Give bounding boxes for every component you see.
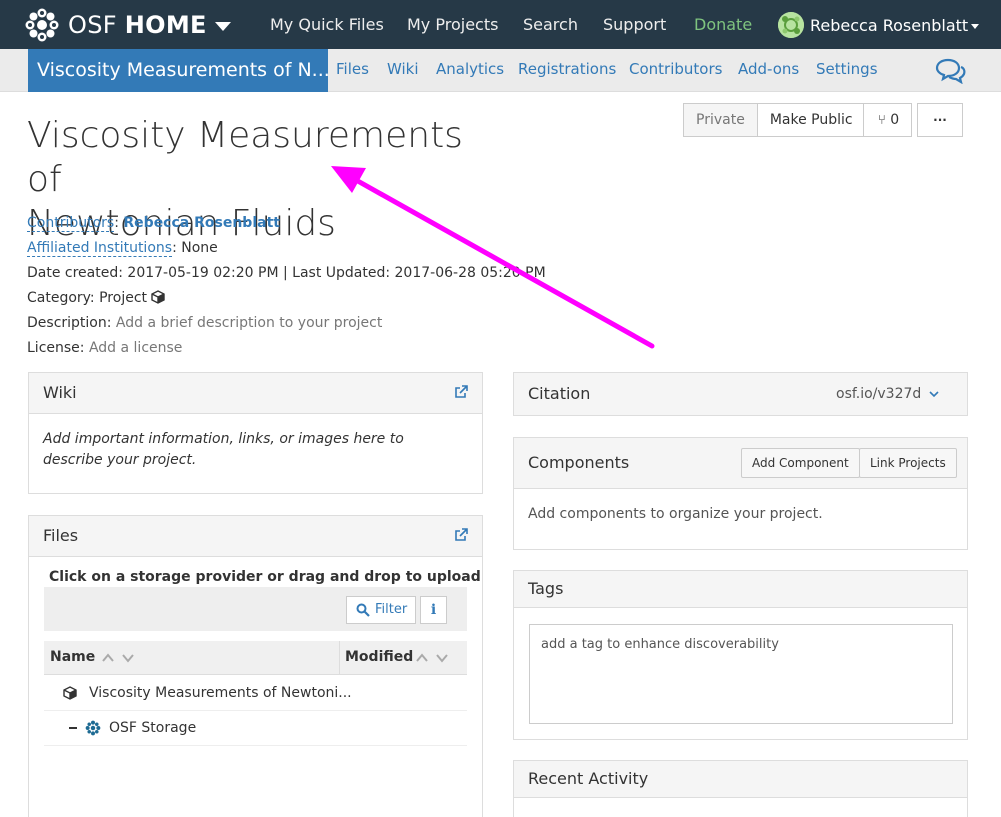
tab-registrations[interactable]: Registrations [518, 49, 616, 92]
user-menu[interactable]: Rebecca Rosenblatt [778, 12, 980, 38]
tags-panel-header: Tags [514, 571, 967, 608]
recent-activity-header: Recent Activity [514, 761, 967, 798]
chevron-down-icon[interactable] [929, 390, 939, 398]
code-fork-icon: ⑂ [878, 113, 886, 128]
collapse-icon[interactable] [69, 727, 77, 729]
osf-home-brand[interactable]: OSF HOME [24, 6, 231, 44]
tab-wiki[interactable]: Wiki [387, 49, 419, 92]
license-value[interactable]: Add a license [89, 340, 182, 356]
caret-down-icon [971, 23, 980, 29]
external-link-icon[interactable] [454, 528, 468, 542]
wiki-placeholder-text: Add important information, links, or ima… [43, 431, 404, 468]
files-panel-header: Files [29, 516, 482, 557]
filter-button[interactable]: Filter [346, 596, 416, 624]
user-name: Rebecca Rosenblatt [810, 15, 969, 35]
citation-link[interactable]: osf.io/v327d [836, 373, 921, 415]
nav-my-quick-files[interactable]: My Quick Files [270, 0, 384, 49]
affiliated-label[interactable]: Affiliated Institutions [27, 240, 173, 257]
citation-panel-header: Citation osf.io/v327d [514, 373, 967, 415]
upload-hint: Click on a storage provider or drag and … [49, 569, 481, 585]
recent-activity-title: Recent Activity [528, 769, 649, 788]
contributors-line: Contributors: Rebecca Rosenblatt [27, 215, 280, 232]
nav-search[interactable]: Search [523, 0, 578, 49]
components-panel-title: Components [528, 453, 630, 472]
tab-analytics[interactable]: Analytics [436, 49, 504, 92]
files-toolbar: Filter i [44, 587, 467, 631]
more-button-group: ··· [917, 103, 963, 137]
wiki-panel: Wiki Add important information, links, o… [28, 372, 483, 494]
nav-my-projects[interactable]: My Projects [407, 0, 498, 49]
sort-icon[interactable] [101, 652, 137, 664]
contributors-label[interactable]: Contributors [27, 215, 115, 232]
search-icon [356, 603, 370, 617]
add-component-button[interactable]: Add Component [741, 448, 860, 478]
comments-icon[interactable] [934, 58, 966, 84]
recent-activity-panel: Recent Activity [513, 760, 968, 817]
table-row[interactable]: OSF Storage [44, 711, 467, 746]
contributor-link[interactable]: Rebecca Rosenblatt [123, 215, 280, 231]
caret-down-icon[interactable] [214, 21, 231, 31]
make-public-button[interactable]: Make Public [757, 103, 866, 137]
project-navbar: Viscosity Measurements of N... Files Wik… [0, 49, 1001, 92]
project-file-label: Viscosity Measurements of Newtoni... [89, 685, 352, 701]
visibility-button-group: Private Make Public [683, 103, 866, 137]
tags-panel: Tags add a tag to enhance discoverabilit… [513, 570, 968, 740]
description-line: Description: Add a brief description to … [27, 315, 383, 331]
tab-contributors[interactable]: Contributors [629, 49, 722, 92]
affiliated-value: None [181, 240, 218, 256]
files-grid-header: Name Modified [44, 641, 467, 675]
dates-line: Date created: 2017-05-19 02:20 PM | Last… [27, 265, 546, 281]
sort-icon[interactable] [415, 652, 451, 664]
tags-panel-title: Tags [528, 579, 564, 598]
components-empty-text: Add components to organize your project. [528, 506, 823, 522]
nav-donate[interactable]: Donate [694, 0, 752, 49]
license-line: License: Add a license [27, 340, 183, 356]
affiliated-line: Affiliated Institutions: None [27, 240, 218, 257]
citation-panel-title: Citation [528, 384, 591, 403]
info-button[interactable]: i [420, 596, 447, 624]
tab-settings[interactable]: Settings [816, 49, 878, 92]
column-name[interactable]: Name [50, 649, 95, 665]
external-link-icon[interactable] [454, 385, 468, 399]
private-button[interactable]: Private [683, 103, 758, 137]
osf-storage-label: OSF Storage [109, 720, 197, 736]
fork-button[interactable]: ⑂ 0 [863, 103, 912, 137]
category-value: Project [99, 290, 148, 306]
wiki-panel-header: Wiki [29, 373, 482, 414]
nav-support[interactable]: Support [603, 0, 666, 49]
citation-panel[interactable]: Citation osf.io/v327d [513, 372, 968, 416]
tab-addons[interactable]: Add-ons [738, 49, 799, 92]
fork-count: 0 [890, 112, 900, 128]
files-panel-title: Files [43, 526, 79, 545]
osf-storage-icon [85, 720, 101, 736]
brand-text: OSF HOME [68, 11, 207, 39]
category-line: Category: Project [27, 290, 166, 306]
top-navbar: OSF HOME My Quick Files My Projects Sear… [0, 0, 1001, 49]
column-modified[interactable]: Modified [345, 649, 413, 665]
components-panel-header: Components Add Component Link Projects [514, 438, 967, 489]
wiki-panel-title: Wiki [43, 383, 77, 402]
more-options-button[interactable]: ··· [917, 103, 963, 137]
fork-button-group: ⑂ 0 [863, 103, 912, 137]
link-projects-button[interactable]: Link Projects [859, 448, 957, 478]
table-row[interactable]: Viscosity Measurements of Newtoni... [44, 676, 467, 711]
cube-icon [63, 686, 77, 700]
cube-icon [151, 290, 166, 304]
column-divider [339, 641, 340, 675]
files-panel: Files Click on a storage provider or dra… [28, 515, 483, 817]
project-title-tab[interactable]: Viscosity Measurements of N... [28, 49, 328, 92]
tags-input[interactable]: add a tag to enhance discoverability [529, 624, 953, 724]
description-value[interactable]: Add a brief description to your project [116, 315, 382, 331]
components-panel: Components Add Component Link Projects A… [513, 437, 968, 550]
avatar [778, 12, 804, 38]
osf-logo-icon [25, 8, 59, 42]
tab-files[interactable]: Files [336, 49, 369, 92]
